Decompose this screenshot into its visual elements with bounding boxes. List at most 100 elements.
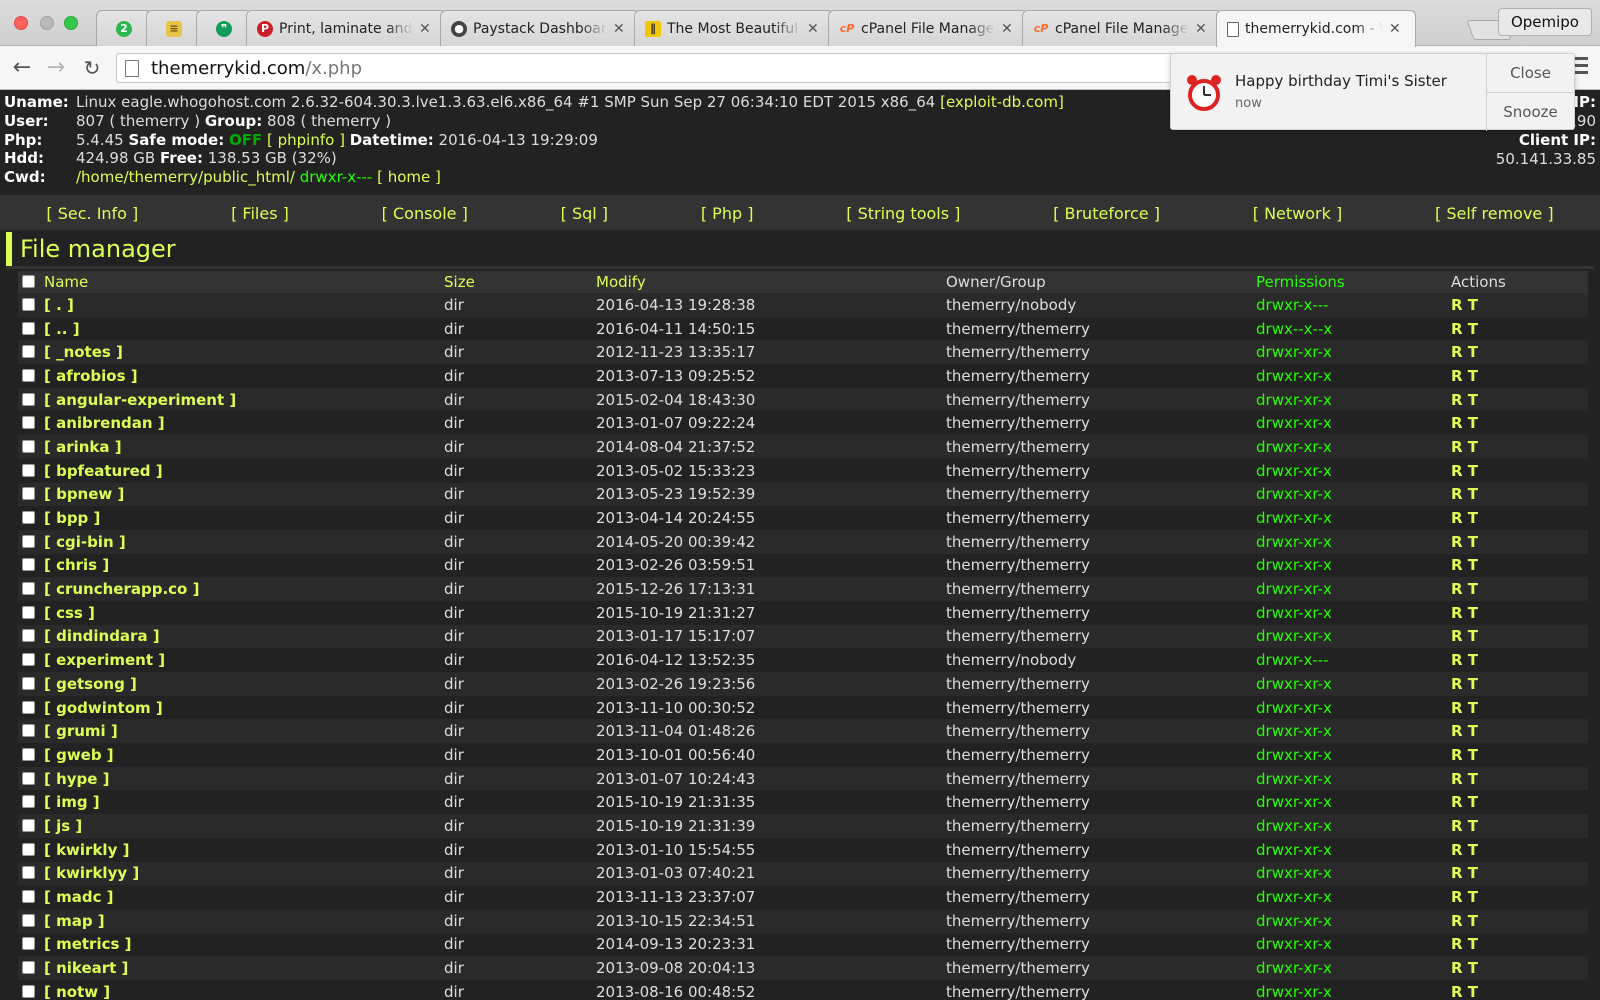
file-actions[interactable]: R T [1447, 340, 1588, 365]
row-checkbox[interactable] [18, 482, 40, 507]
file-permissions[interactable]: drwxr-xr-x [1252, 435, 1447, 459]
file-actions[interactable]: R T [1447, 743, 1588, 767]
home-link[interactable]: [ home ] [377, 168, 441, 187]
folder-link[interactable]: [ chris ] [44, 556, 109, 574]
file-permissions[interactable]: drwxr-xr-x [1252, 482, 1447, 507]
tab-pinterest[interactable]: P Print, laminate and c ✕ [246, 10, 446, 46]
file-permissions[interactable]: drwxr-xr-x [1252, 340, 1447, 365]
row-checkbox[interactable] [18, 458, 40, 483]
tab-close-icon[interactable]: ✕ [807, 21, 821, 37]
tab-pinned-badge[interactable]: 2 [96, 10, 152, 46]
folder-link[interactable]: [ bpnew ] [44, 485, 124, 503]
file-actions[interactable]: R T [1447, 885, 1588, 909]
row-checkbox[interactable] [18, 766, 40, 791]
file-permissions[interactable]: drwxr-xr-x [1252, 814, 1447, 838]
reload-icon[interactable]: ↻ [80, 56, 104, 80]
notification-snooze-button[interactable]: Snooze [1487, 92, 1574, 130]
tab-beautiful[interactable]: ∥ The Most Beautiful T ✕ [634, 10, 834, 46]
file-actions[interactable]: R T [1447, 387, 1588, 412]
file-actions[interactable]: R T [1447, 435, 1588, 459]
row-checkbox[interactable] [18, 411, 40, 436]
folder-link[interactable]: [ . ] [44, 296, 74, 314]
row-checkbox[interactable] [18, 695, 40, 720]
file-actions[interactable]: R T [1447, 293, 1588, 317]
row-checkbox[interactable] [18, 340, 40, 365]
tab-pinned-coins[interactable]: ≡ [146, 10, 202, 46]
file-actions[interactable]: R T [1447, 458, 1588, 483]
file-permissions[interactable]: drwxr-xr-x [1252, 458, 1447, 483]
file-actions[interactable]: R T [1447, 364, 1588, 388]
file-permissions[interactable]: drwxr-xr-x [1252, 529, 1447, 554]
folder-link[interactable]: [ madc ] [44, 888, 114, 906]
tab-cpanel-2[interactable]: cP cPanel File Manager ✕ [1022, 10, 1222, 46]
forward-icon[interactable]: → [44, 56, 68, 80]
folder-link[interactable]: [ arinka ] [44, 438, 122, 456]
file-permissions[interactable]: drwxr-xr-x [1252, 672, 1447, 696]
folder-link[interactable]: [ experiment ] [44, 651, 165, 669]
file-permissions[interactable]: drwxr-xr-x [1252, 600, 1447, 625]
file-permissions[interactable]: drwxr-xr-x [1252, 411, 1447, 436]
tab-close-icon[interactable]: ✕ [419, 21, 433, 37]
row-checkbox[interactable] [18, 861, 40, 886]
row-checkbox[interactable] [18, 435, 40, 459]
file-permissions[interactable]: drwxr-xr-x [1252, 624, 1447, 649]
file-actions[interactable]: R T [1447, 861, 1588, 886]
folder-link[interactable]: [ notw ] [44, 983, 110, 1000]
folder-link[interactable]: [ kwirklyy ] [44, 864, 139, 882]
menu-files[interactable]: [ Files ] [231, 204, 289, 223]
folder-link[interactable]: [ bpp ] [44, 509, 100, 527]
file-actions[interactable]: R T [1447, 814, 1588, 838]
folder-link[interactable]: [ _notes ] [44, 343, 123, 361]
folder-link[interactable]: [ dindindara ] [44, 627, 160, 645]
row-checkbox[interactable] [18, 672, 40, 696]
cwd-path-link[interactable]: /home/themerry/public_html/ [76, 168, 295, 187]
file-permissions[interactable]: drwxr-xr-x [1252, 861, 1447, 886]
folder-link[interactable]: [ godwintom ] [44, 699, 163, 717]
folder-link[interactable]: [ bpfeatured ] [44, 462, 163, 480]
file-actions[interactable]: R T [1447, 956, 1588, 980]
row-checkbox[interactable] [18, 837, 40, 862]
row-checkbox[interactable] [18, 387, 40, 412]
menu-console[interactable]: [ Console ] [382, 204, 468, 223]
file-actions[interactable]: R T [1447, 837, 1588, 862]
file-permissions[interactable]: drwxr-xr-x [1252, 979, 1447, 1000]
row-checkbox[interactable] [18, 506, 40, 530]
row-checkbox[interactable] [18, 885, 40, 909]
folder-link[interactable]: [ cgi-bin ] [44, 533, 126, 551]
file-actions[interactable]: R T [1447, 908, 1588, 933]
exploit-db-link[interactable]: [exploit-db.com] [940, 93, 1064, 112]
maximize-window-button[interactable] [64, 16, 78, 30]
row-checkbox[interactable] [18, 979, 40, 1000]
tab-close-icon[interactable]: ✕ [1001, 21, 1015, 37]
row-checkbox[interactable] [18, 908, 40, 933]
file-permissions[interactable]: drwxr-x--- [1252, 648, 1447, 672]
file-permissions[interactable]: drwxr-xr-x [1252, 790, 1447, 815]
file-permissions[interactable]: drwxr-xr-x [1252, 695, 1447, 720]
file-permissions[interactable]: drwxr-xr-x [1252, 908, 1447, 933]
folder-link[interactable]: [ getsong ] [44, 675, 137, 693]
header-modify[interactable]: Modify [592, 271, 942, 293]
tab-themerrykid[interactable]: themerrykid.com - W ✕ [1216, 10, 1416, 47]
file-permissions[interactable]: drwxr-xr-x [1252, 553, 1447, 578]
file-actions[interactable]: R T [1447, 411, 1588, 436]
tab-cpanel-1[interactable]: cP cPanel File Manager ✕ [828, 10, 1028, 46]
file-permissions[interactable]: drwxr-xr-x [1252, 932, 1447, 957]
folder-link[interactable]: [ js ] [44, 817, 82, 835]
file-permissions[interactable]: drwxr-xr-x [1252, 837, 1447, 862]
folder-link[interactable]: [ metrics ] [44, 935, 132, 953]
file-actions[interactable]: R T [1447, 529, 1588, 554]
file-actions[interactable]: R T [1447, 506, 1588, 530]
folder-link[interactable]: [ img ] [44, 793, 100, 811]
menu-php[interactable]: [ Php ] [701, 204, 754, 223]
file-actions[interactable]: R T [1447, 790, 1588, 815]
file-actions[interactable]: R T [1447, 482, 1588, 507]
back-icon[interactable]: ← [10, 56, 34, 80]
file-permissions[interactable]: drwxr-x--- [1252, 293, 1447, 317]
profile-button[interactable]: Opemipo [1497, 8, 1592, 36]
tab-paystack[interactable]: ● Paystack Dashboard ✕ [440, 10, 640, 46]
folder-link[interactable]: [ hype ] [44, 770, 110, 788]
folder-link[interactable]: [ nikeart ] [44, 959, 128, 977]
tab-pinned-hangouts[interactable]: ❞ [196, 10, 252, 46]
file-actions[interactable]: R T [1447, 648, 1588, 672]
menu-bruteforce[interactable]: [ Bruteforce ] [1053, 204, 1160, 223]
